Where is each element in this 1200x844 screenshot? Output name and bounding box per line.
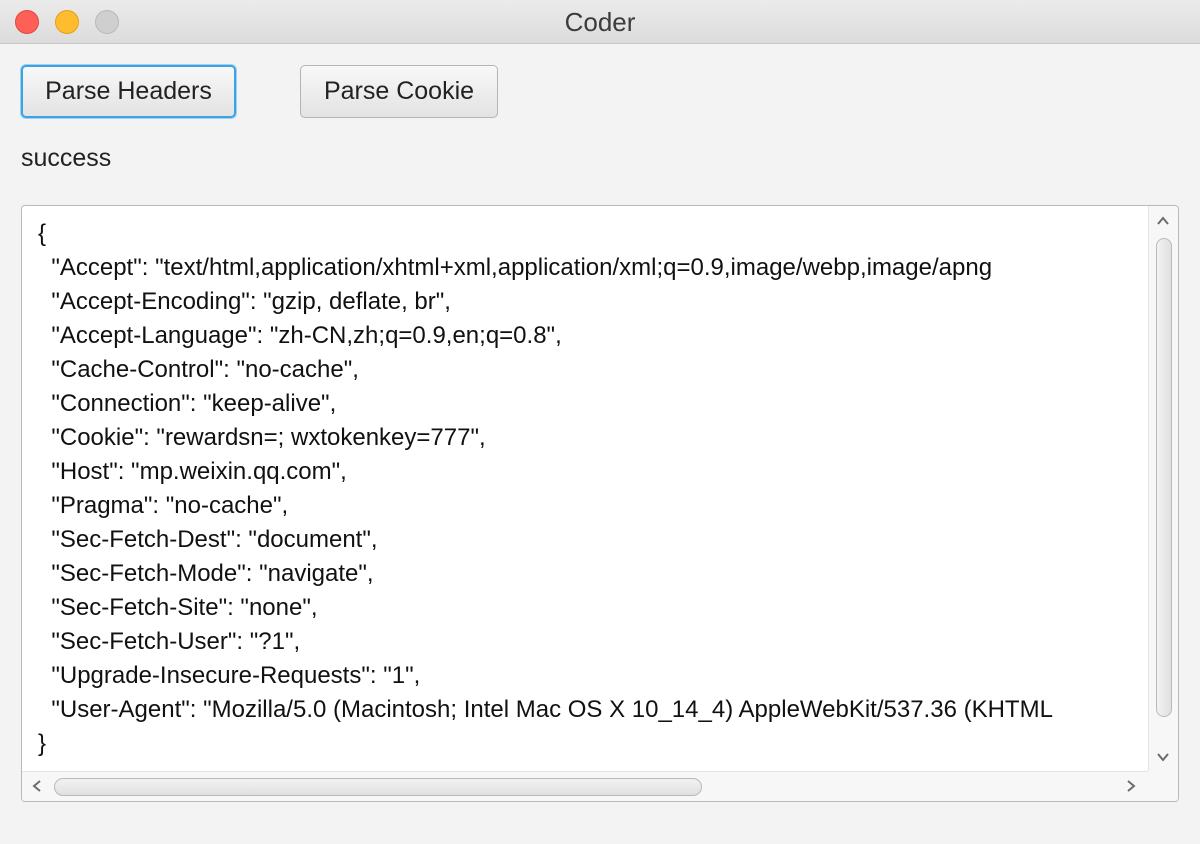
app-window: Coder Parse Headers Parse Cookie success…	[0, 0, 1200, 844]
scroll-up-arrow-icon[interactable]	[1152, 210, 1174, 232]
output-text[interactable]: { "Accept": "text/html,application/xhtml…	[38, 217, 1144, 767]
output-line: "Sec-Fetch-Mode": "navigate",	[38, 560, 374, 587]
vertical-scroll-thumb[interactable]	[1156, 238, 1172, 717]
output-line: "Connection": "keep-alive",	[38, 390, 337, 417]
scroll-left-arrow-icon[interactable]	[26, 775, 48, 797]
output-text-area[interactable]: { "Accept": "text/html,application/xhtml…	[21, 205, 1179, 802]
output-line: "Upgrade-Insecure-Requests": "1",	[38, 662, 421, 689]
output-line: "Accept": "text/html,application/xhtml+x…	[38, 254, 993, 281]
output-line: "Sec-Fetch-Dest": "document",	[38, 526, 378, 553]
output-line: "Accept-Encoding": "gzip, deflate, br",	[38, 288, 451, 315]
window-title: Coder	[564, 7, 636, 37]
output-line: "Host": "mp.weixin.qq.com",	[38, 458, 347, 485]
output-line: }	[38, 730, 47, 757]
title-bar[interactable]: Coder	[0, 0, 1200, 44]
output-line: {	[38, 220, 47, 247]
output-line: "Pragma": "no-cache",	[38, 492, 289, 519]
parse-cookie-button[interactable]: Parse Cookie	[300, 65, 498, 118]
output-line: "Cookie": "rewardsn=; wxtokenkey=777",	[38, 424, 486, 451]
scroll-right-arrow-icon[interactable]	[1120, 775, 1142, 797]
output-line: "Sec-Fetch-Site": "none",	[38, 594, 318, 621]
output-line: "Sec-Fetch-User": "?1",	[38, 628, 301, 655]
vertical-scrollbar[interactable]	[1148, 206, 1178, 771]
scroll-corner	[1148, 771, 1178, 801]
horizontal-scrollbar[interactable]	[22, 771, 1148, 801]
horizontal-scroll-thumb[interactable]	[54, 778, 702, 796]
output-line: "Cache-Control": "no-cache",	[38, 356, 359, 383]
status-label: success	[21, 144, 112, 172]
output-line: "Accept-Language": "zh-CN,zh;q=0.9,en;q=…	[38, 322, 562, 349]
scroll-down-arrow-icon[interactable]	[1152, 746, 1174, 768]
parse-headers-button[interactable]: Parse Headers	[21, 65, 236, 118]
output-line: "User-Agent": "Mozilla/5.0 (Macintosh; I…	[38, 696, 1053, 723]
